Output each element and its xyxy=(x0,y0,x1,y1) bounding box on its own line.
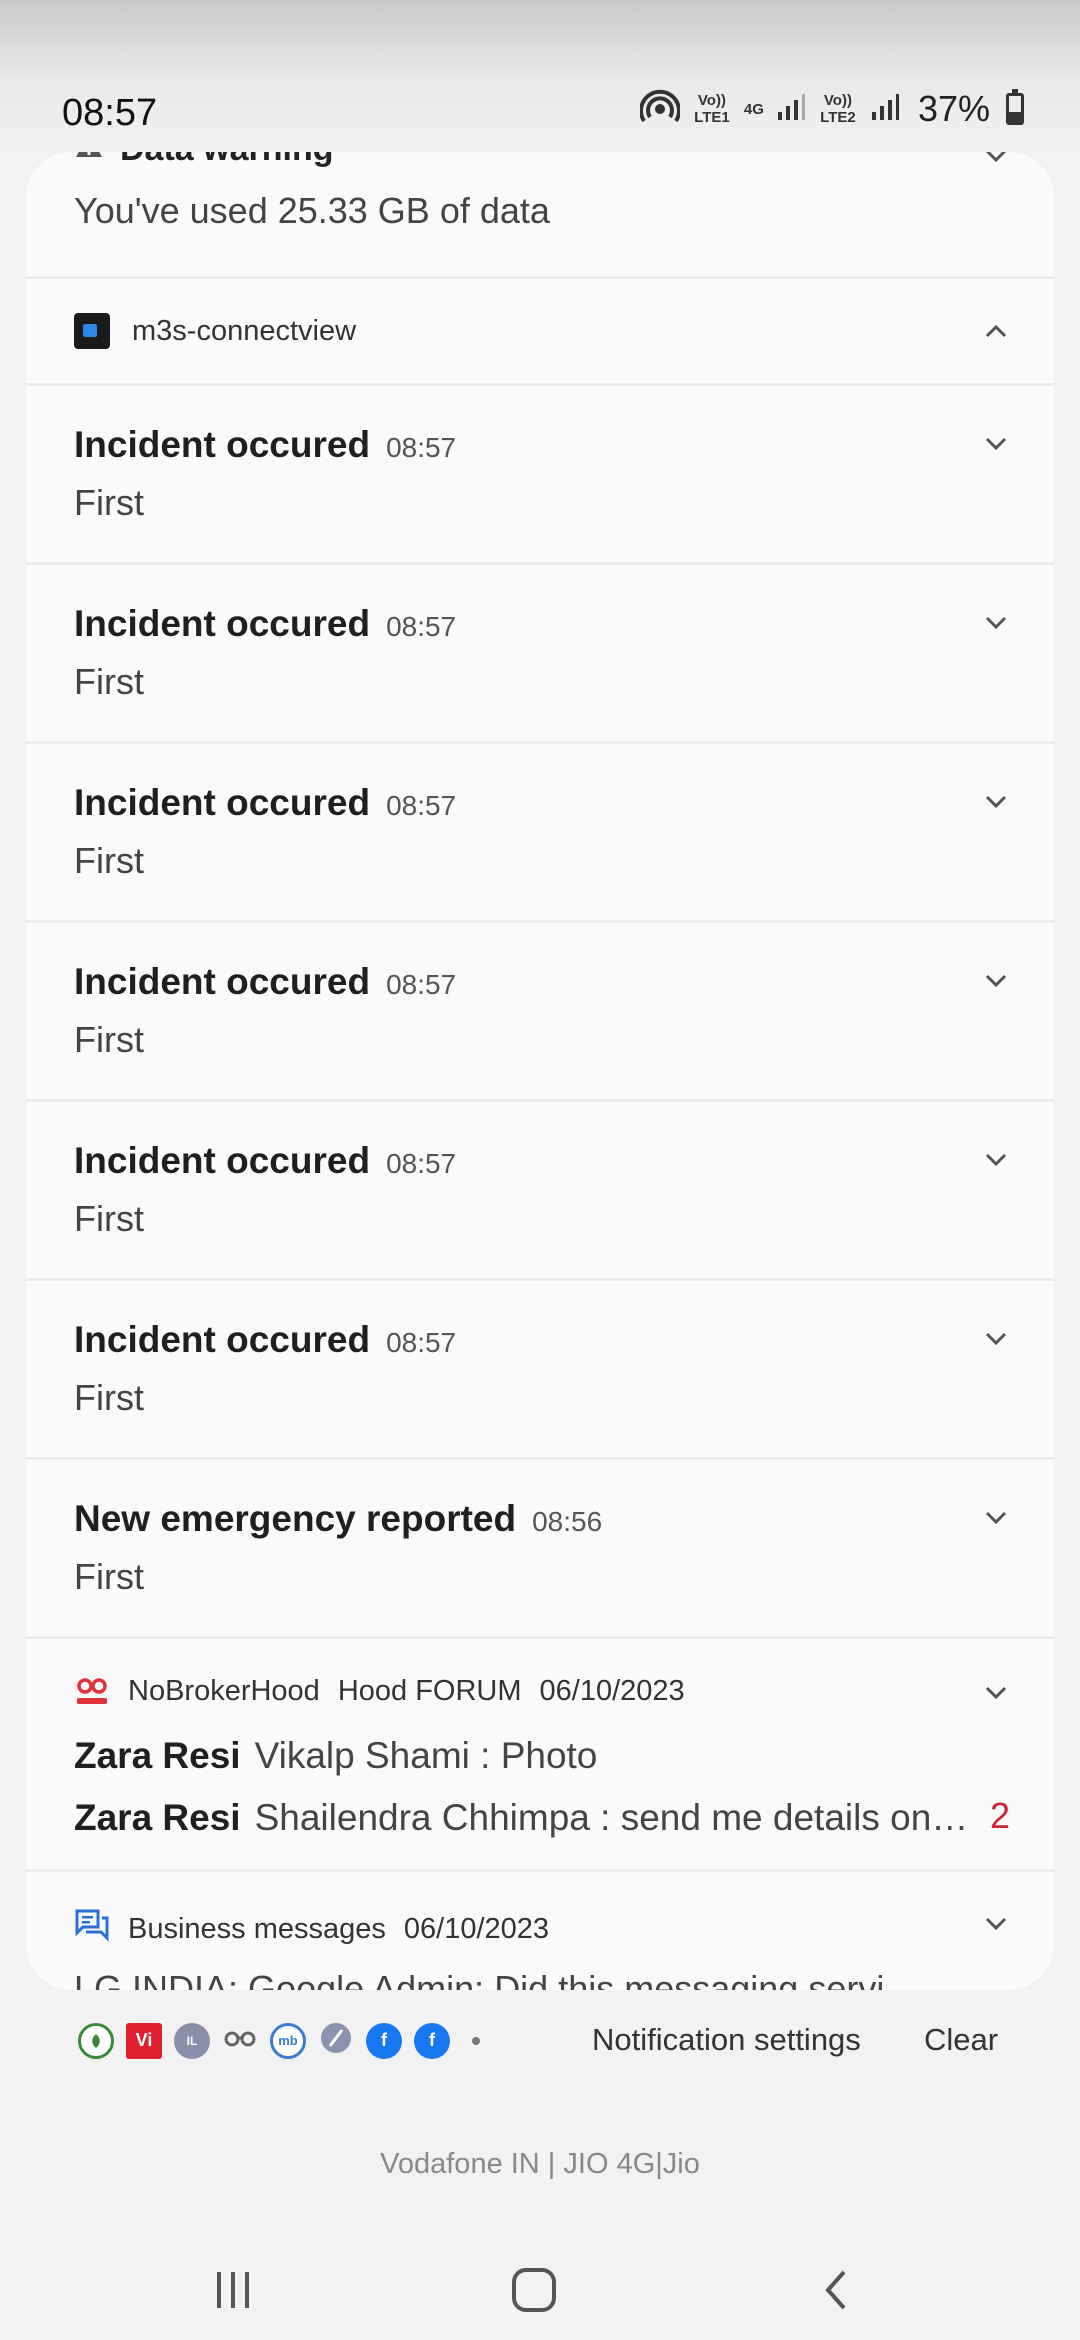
more-dot-icon xyxy=(472,2036,480,2045)
group-header[interactable]: m3s-connectview xyxy=(26,279,1054,386)
home-button[interactable] xyxy=(502,2258,566,2322)
notification-body: First xyxy=(74,1019,144,1060)
nobroker-sub: Hood FORUM xyxy=(337,1675,522,1707)
expand-chevron-icon[interactable] xyxy=(978,152,1014,174)
expand-chevron-icon[interactable] xyxy=(978,1142,1014,1178)
data-warning-card[interactable]: Data warning You've used 25.33 GB of dat… xyxy=(26,152,1054,279)
notification-item[interactable]: Incident occured 08:57 First xyxy=(26,565,1054,744)
clear-button[interactable]: Clear xyxy=(924,2022,998,2058)
feather-icon xyxy=(318,2020,354,2061)
notification-time: 08:57 xyxy=(386,790,457,821)
expand-chevron-icon[interactable] xyxy=(978,1500,1014,1536)
status-bar: 08:57 Vo)) LTE1 4G Vo)) LTE2 37% xyxy=(0,0,1080,150)
expand-chevron-icon[interactable] xyxy=(978,1906,1014,1942)
notification-title: New emergency reported xyxy=(74,1498,517,1539)
m3s-app-icon xyxy=(74,313,110,349)
notification-time: 08:56 xyxy=(532,1506,603,1537)
notification-body: First xyxy=(74,1377,144,1418)
data-warning-text: You've used 25.33 GB of data xyxy=(74,190,550,231)
glasses-icon xyxy=(222,2020,258,2061)
notification-time: 08:57 xyxy=(386,432,457,463)
notification-time: 08:57 xyxy=(386,611,457,642)
signal-icon-sim1 xyxy=(776,92,806,127)
notification-title: Incident occured xyxy=(74,603,371,644)
expand-chevron-icon[interactable] xyxy=(978,426,1014,462)
notification-title: Incident occured xyxy=(74,424,371,465)
notification-item[interactable]: Incident occured 08:57 First xyxy=(26,386,1054,565)
signal-icon-sim2 xyxy=(870,92,900,127)
mb-app-icon: mb xyxy=(270,2022,306,2059)
expand-chevron-icon[interactable] xyxy=(978,963,1014,999)
notification-time: 08:57 xyxy=(386,1327,457,1358)
sim1-label: Vo)) LTE1 xyxy=(694,92,730,126)
battery-icon xyxy=(1006,89,1024,125)
navigation-bar xyxy=(0,2240,1080,2340)
message-count-badge: 2 xyxy=(989,1795,1010,1836)
business-messages-notification[interactable]: Business messages 06/10/2023 LG INDIA: G… xyxy=(26,1872,1054,1990)
network-type: 4G xyxy=(743,100,764,118)
notification-body: First xyxy=(74,661,144,702)
notification-body: First xyxy=(74,1556,144,1597)
data-warning-title-row: Data warning xyxy=(74,152,333,169)
green-app-icon xyxy=(78,2022,114,2059)
status-icons: Vo)) LTE1 4G Vo)) LTE2 37% xyxy=(638,88,1024,130)
grey-app-icon: IL xyxy=(174,2022,210,2059)
battery-percent: 37% xyxy=(917,88,990,129)
message-line: Zara Resi Vikalp Shami : Photo xyxy=(74,1735,597,1777)
notification-item[interactable]: New emergency reported 08:56 First xyxy=(26,1460,1054,1639)
notification-panel: Data warning You've used 25.33 GB of dat… xyxy=(26,152,1054,1990)
message-text: Vikalp Shami : Photo xyxy=(254,1735,598,1776)
notification-title: Incident occured xyxy=(74,782,371,823)
nobroker-date: 06/10/2023 xyxy=(539,1675,685,1707)
facebook-icon: f xyxy=(414,2022,450,2059)
warning-icon xyxy=(74,152,104,169)
notification-time: 08:57 xyxy=(386,969,457,1000)
message-text: Shailendra Chhimpa : send me details on… xyxy=(254,1797,969,1838)
expand-chevron-icon[interactable] xyxy=(978,605,1014,641)
collapse-chevron-icon[interactable] xyxy=(978,313,1014,349)
business-date: 06/10/2023 xyxy=(403,1912,550,1945)
notification-item[interactable]: Incident occured 08:57 First xyxy=(26,1281,1054,1460)
notification-item[interactable]: Incident occured 08:57 First xyxy=(26,923,1054,1102)
nobroker-logo-icon xyxy=(74,1677,110,1707)
notification-item[interactable]: Incident occured 08:57 First xyxy=(26,744,1054,923)
business-app-name: Business messages xyxy=(128,1912,386,1945)
notification-item[interactable]: Incident occured 08:57 First xyxy=(26,1102,1054,1281)
notification-title: Incident occured xyxy=(74,1140,371,1181)
business-message-text: LG INDIA: Google Admin: Did this messagi… xyxy=(74,1968,885,1990)
business-messages-icon xyxy=(74,1908,110,1950)
recents-button[interactable] xyxy=(201,2258,265,2322)
nobroker-notification[interactable]: NoBrokerHood Hood FORUM 06/10/2023 Zara … xyxy=(26,1639,1054,1872)
notification-body: First xyxy=(74,482,144,523)
notification-time: 08:57 xyxy=(386,1148,457,1179)
sim2-label: Vo)) LTE2 xyxy=(820,92,856,126)
group-app-name: m3s-connectview xyxy=(132,314,357,347)
back-button[interactable] xyxy=(806,2258,870,2322)
notification-body: First xyxy=(74,1198,144,1239)
data-warning-title: Data warning xyxy=(120,152,333,169)
vi-app-icon: Vi xyxy=(126,2022,162,2059)
nobroker-app-name: NoBrokerHood xyxy=(128,1675,320,1707)
panel-footer: Vi IL mb f f Notification settings Clear xyxy=(0,2000,1080,2080)
notification-body: First xyxy=(74,840,144,881)
carrier-label: Vodafone IN | JIO 4G|Jio xyxy=(380,2148,700,2180)
hotspot-icon xyxy=(638,89,681,130)
expand-chevron-icon[interactable] xyxy=(978,1321,1014,1357)
message-sender: Zara Resi xyxy=(74,1735,241,1776)
expand-chevron-icon[interactable] xyxy=(978,1675,1014,1711)
notification-title: Incident occured xyxy=(74,1319,371,1360)
status-time: 08:57 xyxy=(62,92,158,134)
hidden-app-icons[interactable]: Vi IL mb f f xyxy=(78,2020,480,2061)
expand-chevron-icon[interactable] xyxy=(978,784,1014,820)
notification-settings-button[interactable]: Notification settings xyxy=(592,2022,861,2058)
notification-title: Incident occured xyxy=(74,961,371,1002)
message-sender: Zara Resi xyxy=(74,1797,241,1838)
message-line: Zara Resi Shailendra Chhimpa : send me d… xyxy=(74,1797,968,1839)
facebook-icon: f xyxy=(366,2022,402,2059)
